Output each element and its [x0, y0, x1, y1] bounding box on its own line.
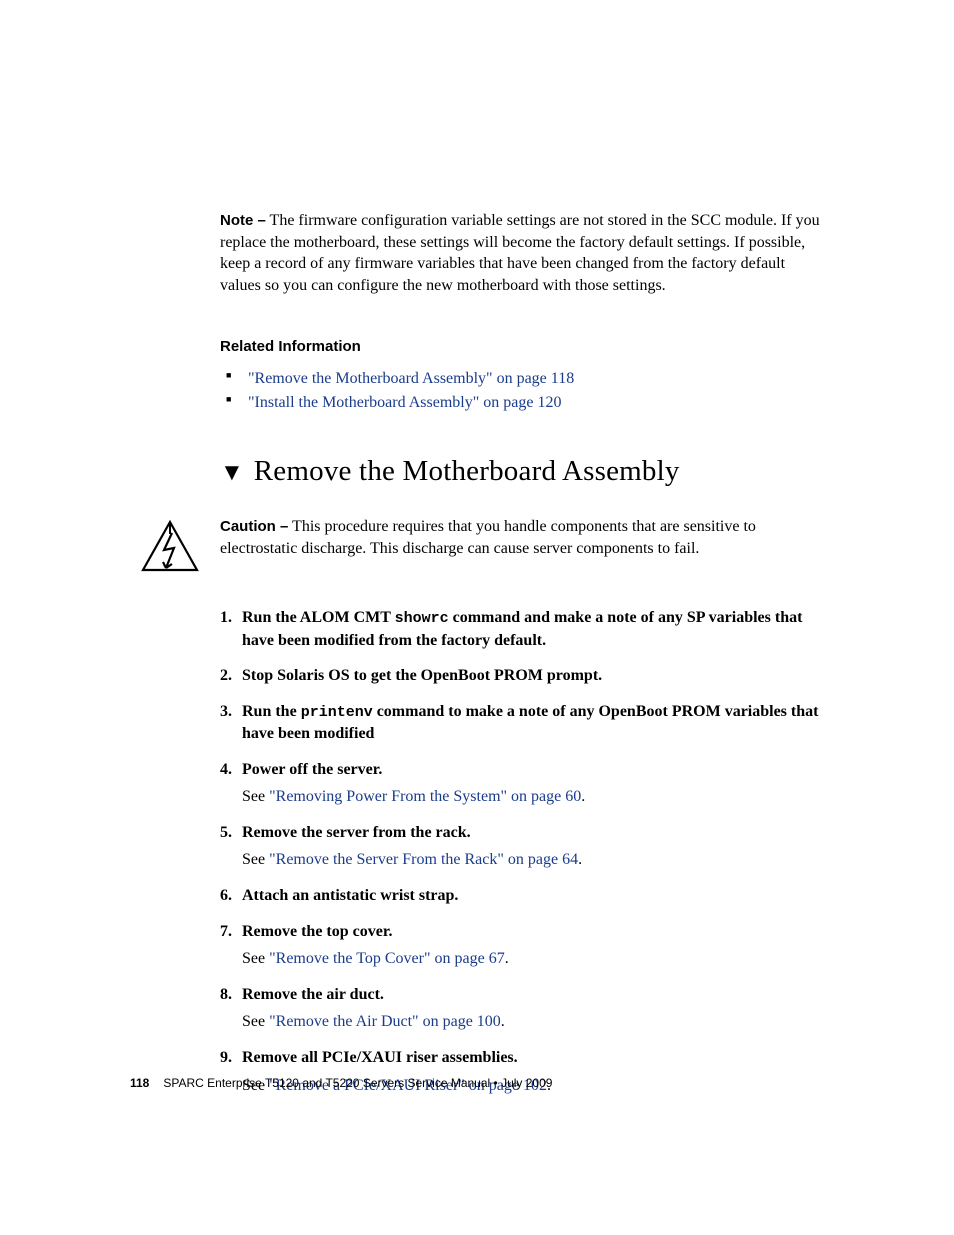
related-link-remove[interactable]: "Remove the Motherboard Assembly" on pag… — [248, 370, 574, 387]
step-text: Run the — [242, 703, 301, 720]
step-text: Remove the air duct. — [242, 986, 384, 1003]
step-text: Remove the server from the rack. — [242, 824, 471, 841]
esd-warning-icon — [140, 520, 200, 579]
step-number: 7. — [220, 921, 232, 943]
see-suffix: . — [578, 851, 582, 868]
page-number: 118 — [130, 1076, 149, 1090]
step-number: 8. — [220, 984, 232, 1006]
step-number: 4. — [220, 759, 232, 781]
step-5: 5. Remove the server from the rack. See … — [220, 822, 824, 871]
link-remove-server-rack[interactable]: "Remove the Server From the Rack" on pag… — [269, 851, 578, 868]
see-suffix: . — [581, 788, 585, 805]
step-8: 8. Remove the air duct. See "Remove the … — [220, 984, 824, 1033]
caution-text: Caution – This procedure requires that y… — [220, 516, 824, 559]
step-3: 3. Run the printenv command to make a no… — [220, 701, 824, 745]
step-text: Remove the top cover. — [242, 923, 392, 940]
page-footer: 118 SPARC Enterprise T5120 and T5220 Serv… — [130, 1076, 552, 1090]
step-number: 6. — [220, 885, 232, 907]
step-text: Stop Solaris OS to get the OpenBoot PROM… — [242, 667, 602, 684]
step-number: 3. — [220, 701, 232, 723]
see-prefix: See — [242, 950, 269, 967]
note-label: Note – — [220, 212, 266, 229]
footer-text: SPARC Enterprise T5120 and T5220 Servers… — [163, 1076, 552, 1090]
section-title: Remove the Motherboard Assembly — [254, 455, 680, 488]
see-prefix: See — [242, 851, 269, 868]
caution-body: This procedure requires that you handle … — [220, 518, 756, 557]
see-prefix: See — [242, 1013, 269, 1030]
step-number: 5. — [220, 822, 232, 844]
step-number: 9. — [220, 1047, 232, 1069]
step-1: 1. Run the ALOM CMT showrc command and m… — [220, 607, 824, 651]
step-6: 6. Attach an antistatic wrist strap. — [220, 885, 824, 907]
link-remove-top-cover[interactable]: "Remove the Top Cover" on page 67 — [269, 950, 505, 967]
related-information-heading: Related Information — [220, 338, 824, 355]
triangle-down-icon: ▼ — [220, 461, 244, 485]
step-number: 1. — [220, 607, 232, 629]
related-link-install[interactable]: "Install the Motherboard Assembly" on pa… — [248, 394, 561, 411]
step-4: 4. Power off the server. See "Removing P… — [220, 759, 824, 808]
step-2: 2. Stop Solaris OS to get the OpenBoot P… — [220, 665, 824, 687]
caution-block: Caution – This procedure requires that y… — [140, 516, 824, 579]
note-text: The firmware configuration variable sett… — [220, 212, 820, 294]
see-prefix: See — [242, 788, 269, 805]
step-text: Run the ALOM CMT — [242, 609, 395, 626]
section-heading-row: ▼ Remove the Motherboard Assembly — [220, 455, 824, 488]
code-printenv: printenv — [301, 704, 373, 721]
code-showrc: showrc — [395, 610, 449, 627]
procedure-steps: 1. Run the ALOM CMT showrc command and m… — [220, 607, 824, 1096]
related-links-list: "Remove the Motherboard Assembly" on pag… — [220, 367, 824, 415]
note-block: Note – The firmware configuration variab… — [220, 210, 824, 296]
step-number: 2. — [220, 665, 232, 687]
step-text: Power off the server. — [242, 761, 382, 778]
step-text: Remove all PCIe/XAUI riser assemblies. — [242, 1049, 518, 1066]
link-removing-power[interactable]: "Removing Power From the System" on page… — [269, 788, 581, 805]
caution-label: Caution – — [220, 518, 288, 535]
see-suffix: . — [501, 1013, 505, 1030]
step-text: Attach an antistatic wrist strap. — [242, 887, 458, 904]
list-item: "Install the Motherboard Assembly" on pa… — [220, 391, 824, 415]
step-7: 7. Remove the top cover. See "Remove the… — [220, 921, 824, 970]
link-remove-air-duct[interactable]: "Remove the Air Duct" on page 100 — [269, 1013, 501, 1030]
list-item: "Remove the Motherboard Assembly" on pag… — [220, 367, 824, 391]
see-suffix: . — [505, 950, 509, 967]
